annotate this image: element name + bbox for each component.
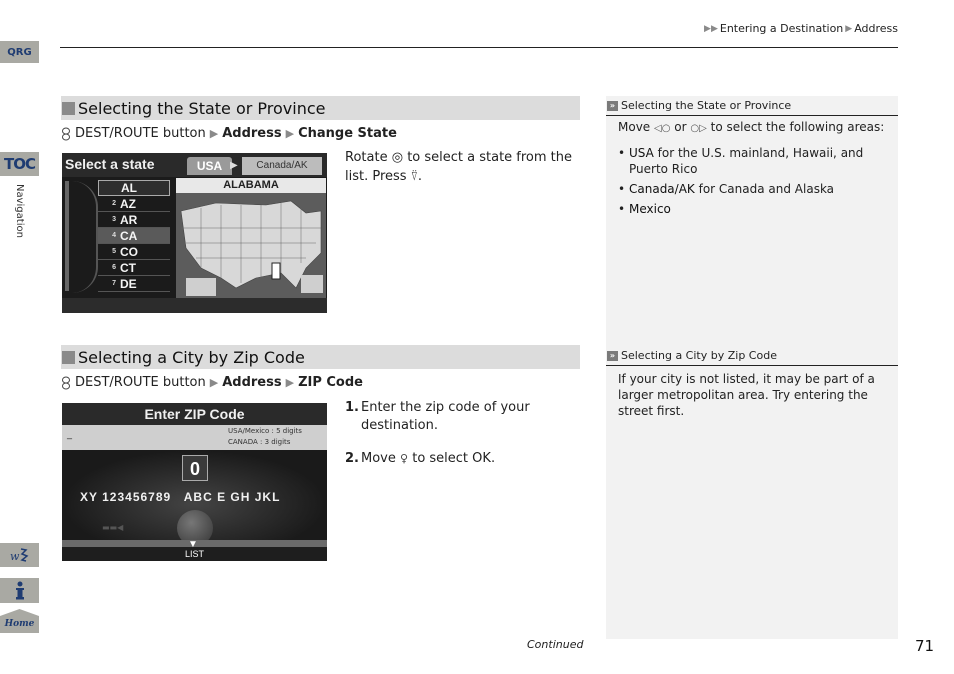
page-number: 71 xyxy=(915,637,935,655)
interface-dial-icon xyxy=(62,376,70,389)
state-list-item[interactable]: 7 DE xyxy=(98,276,170,292)
hint-text: CANADA : 3 digits xyxy=(228,438,291,446)
state-map: ALABAMA xyxy=(176,178,326,298)
state-list-item[interactable]: 6 CT xyxy=(98,260,170,276)
step-item: 2. Move ♀ to select OK. xyxy=(345,451,496,466)
heading-square-icon xyxy=(62,101,75,115)
heading-square-icon xyxy=(62,350,75,364)
menu-path: DEST/ROUTE button ▶ Address ▶ ZIP Code xyxy=(61,375,363,390)
svg-text:Home: Home xyxy=(4,619,35,629)
qrg-label: QRG xyxy=(7,46,32,58)
header-divider xyxy=(60,47,898,48)
state-list-item[interactable]: 3 AR xyxy=(98,212,170,228)
path-prefix: DEST/ROUTE button xyxy=(75,126,206,141)
list-scrollbar[interactable] xyxy=(65,181,69,291)
path-arrow-icon: ▶ xyxy=(285,127,295,140)
zip-input-field[interactable]: _ USA/Mexico : 5 digits CANADA : 3 digit… xyxy=(62,425,327,450)
voice-command-icon: w xyxy=(10,548,28,563)
select-state-screen: Select a state USA ▶ Canada/AK AL 2 AZ 3A… xyxy=(62,153,327,313)
breadcrumb: ▶▶ Entering a Destination ▶ Address xyxy=(704,22,898,35)
list-arrow-icon: ▼ xyxy=(188,539,198,550)
screen-title: Enter ZIP Code xyxy=(144,406,245,422)
info-icon xyxy=(15,581,24,599)
instruction-text: Rotate ◎ to select a state from the list… xyxy=(345,150,573,184)
state-list: AL 2 AZ 3 AR 4 CA 5 CO 6 CT 7 DE xyxy=(98,180,170,292)
section-label: Navigation xyxy=(14,184,25,238)
path-step: ZIP Code xyxy=(298,375,363,390)
home-tab[interactable]: Home xyxy=(0,609,39,633)
note-list-item: USA for the U.S. mainland, Hawaii, and P… xyxy=(618,145,890,177)
menu-path: DEST/ROUTE button ▶ Address ▶ Change Sta… xyxy=(61,126,397,141)
move-down-icon: ♀ xyxy=(400,452,409,465)
state-list-item[interactable]: 4 CA xyxy=(98,228,170,244)
state-list-item[interactable]: 5 CO xyxy=(98,244,170,260)
note-body: Move ◁○ or ○▷ to select the following ar… xyxy=(618,119,890,221)
move-left-icon: ◁○ xyxy=(654,123,671,134)
double-arrow-icon: » xyxy=(607,350,618,361)
tab-arrow-icon: ▶ xyxy=(230,160,238,171)
note-body: If your city is not listed, it may be pa… xyxy=(618,372,875,418)
interface-dial-icon xyxy=(62,127,70,140)
enter-zip-screen: Enter ZIP Code _ USA/Mexico : 5 digits C… xyxy=(62,403,327,561)
path-step: Address xyxy=(222,126,282,141)
note-list-item: Canada/AK for Canada and Alaska xyxy=(618,181,890,197)
step-item: 1. Enter the zip code of your destinatio… xyxy=(345,400,530,433)
us-map-graphic xyxy=(176,193,326,298)
note-heading: » Selecting the State or Province xyxy=(606,96,898,116)
step-list: 1. Enter the zip code of your destinatio… xyxy=(345,399,545,468)
svg-text:w: w xyxy=(10,550,20,563)
toc-tab[interactable]: TOC xyxy=(0,152,39,176)
breadcrumb-item[interactable]: Entering a Destination xyxy=(720,22,843,35)
breadcrumb-item[interactable]: Address xyxy=(854,22,898,35)
continued-label: Continued xyxy=(527,638,584,651)
note-heading: » Selecting a City by Zip Code xyxy=(606,346,898,366)
home-icon: Home xyxy=(0,609,39,633)
screen-title: Select a state xyxy=(65,156,155,172)
hint-text: USA/Mexico : 5 digits xyxy=(228,427,302,435)
selected-character[interactable]: 0 xyxy=(182,455,208,481)
qrg-tab[interactable]: QRG xyxy=(0,41,39,63)
toc-label: TOC xyxy=(4,155,36,173)
tab-usa[interactable]: USA xyxy=(187,157,232,175)
move-right-icon: ○▷ xyxy=(690,123,707,134)
press-dial-icon: ⍢ xyxy=(410,169,418,183)
state-list-item[interactable]: AL xyxy=(98,180,170,196)
breadcrumb-arrow-icon: ▶▶ xyxy=(704,23,718,34)
delete-arrow-icon: ▬▬◀ xyxy=(102,523,124,532)
character-wheel[interactable]: XY 123456789 ABC E GH JKL xyxy=(80,490,280,504)
rotate-dial-icon: ◎ xyxy=(391,150,404,165)
path-arrow-icon: ▶ xyxy=(209,127,219,140)
path-arrow-icon: ▶ xyxy=(285,376,295,389)
path-step: Address xyxy=(222,375,282,390)
section-heading: Selecting a City by Zip Code xyxy=(61,345,580,369)
note-list-item: Mexico xyxy=(618,201,890,217)
section-heading-text: Selecting the State or Province xyxy=(78,98,326,118)
info-tab[interactable] xyxy=(0,578,39,603)
tab-canada-ak[interactable]: Canada/AK xyxy=(242,157,322,175)
double-arrow-icon: » xyxy=(607,100,618,111)
section-heading: Selecting the State or Province xyxy=(61,96,580,120)
state-list-item[interactable]: 2 AZ xyxy=(98,196,170,212)
path-prefix: DEST/ROUTE button xyxy=(75,375,206,390)
path-step: Change State xyxy=(298,126,397,141)
section-heading-text: Selecting a City by Zip Code xyxy=(78,347,305,367)
voice-command-tab[interactable]: w xyxy=(0,543,39,567)
breadcrumb-arrow-icon: ▶ xyxy=(845,23,853,34)
path-arrow-icon: ▶ xyxy=(209,376,219,389)
selected-state-name: ALABAMA xyxy=(176,178,326,193)
list-button[interactable]: ▼ LIST xyxy=(62,539,327,561)
